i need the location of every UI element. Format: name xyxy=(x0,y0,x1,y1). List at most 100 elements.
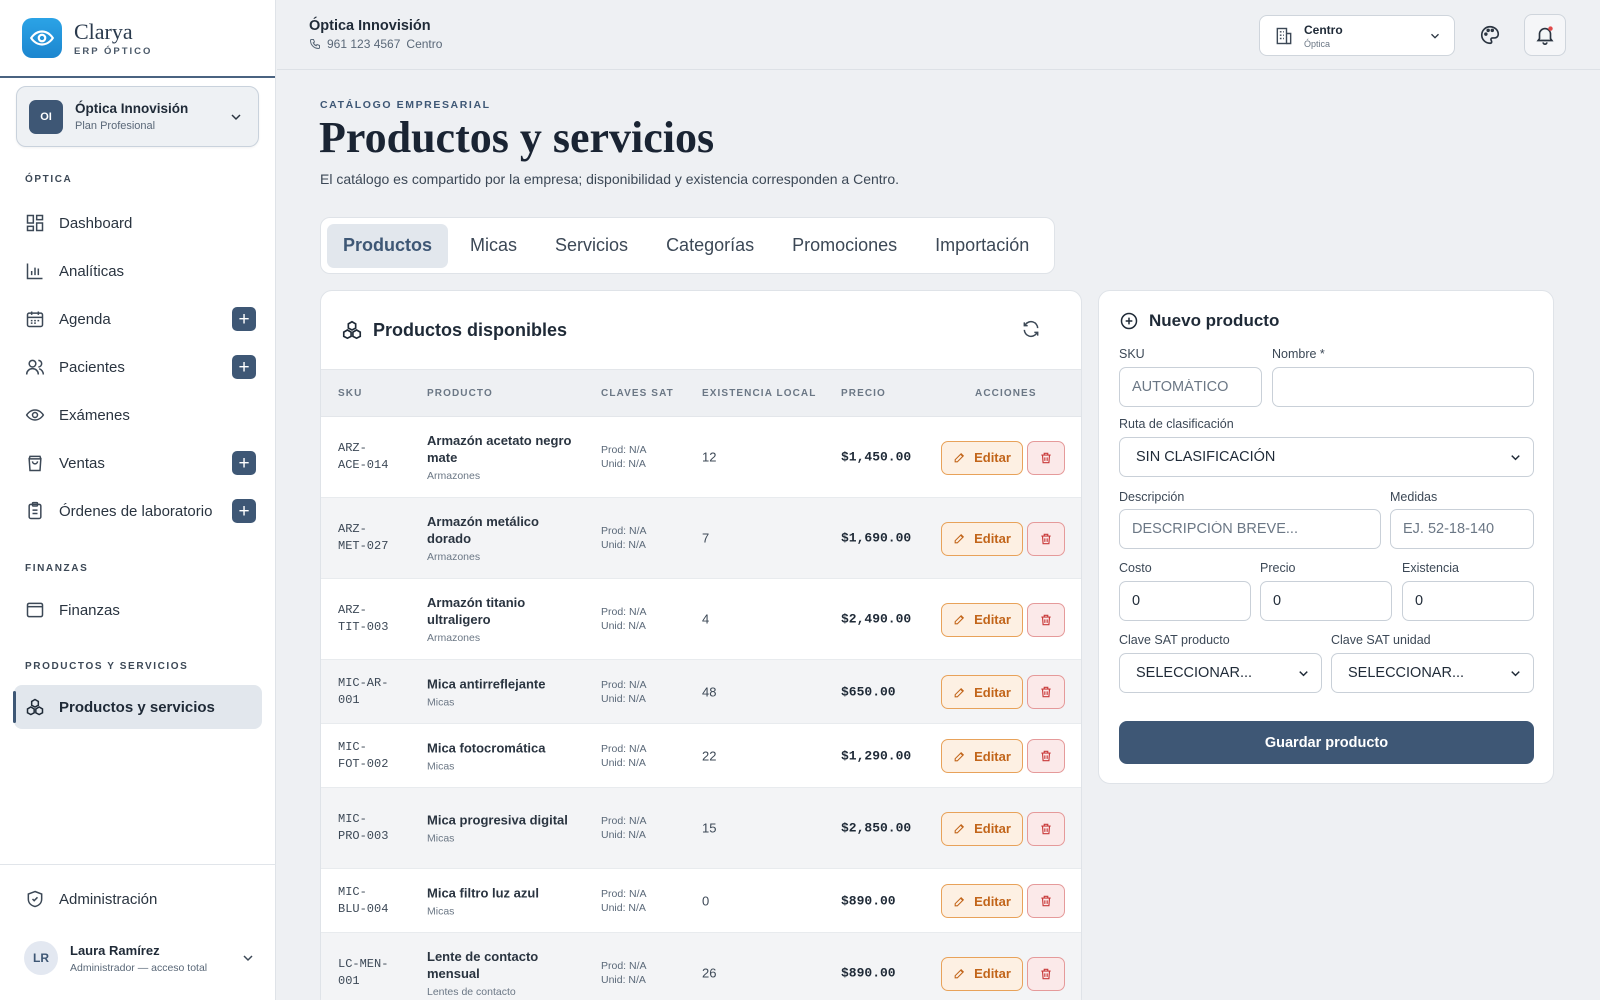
brand: Clarya ERP ÓPTICO xyxy=(0,0,275,78)
topbar: Óptica Innovisión 961 123 4567 Centro Ce… xyxy=(277,0,1600,70)
sat-product-select[interactable]: SELECCIONAR... xyxy=(1119,653,1322,693)
tab-promociones[interactable]: Promociones xyxy=(776,224,913,268)
trash-icon xyxy=(1041,686,1051,698)
add-lab-order-button[interactable]: + xyxy=(232,499,256,523)
page-description: El catálogo es compartido por la empresa… xyxy=(320,171,899,187)
pencil-icon xyxy=(954,968,965,979)
org-plan: Plan Profesional xyxy=(75,120,156,132)
row-price: $1,290.00 xyxy=(841,748,912,763)
column-header-claves-sat: CLAVES SAT xyxy=(601,387,674,399)
edit-button[interactable]: Editar xyxy=(941,884,1023,918)
name-field[interactable] xyxy=(1272,367,1534,407)
delete-button[interactable] xyxy=(1027,739,1065,773)
bar-chart-icon xyxy=(26,263,43,280)
sidebar-item-pacientes[interactable]: Pacientes + xyxy=(14,345,262,389)
measures-field[interactable] xyxy=(1390,509,1534,549)
table-body: ARZ- ACE-014 Armazón acetato negro mate Ar… xyxy=(321,417,1081,1000)
delete-button[interactable] xyxy=(1027,602,1065,637)
branch-type: Óptica xyxy=(1304,38,1331,49)
sidebar-item-label: Exámenes xyxy=(59,406,130,424)
edit-label: Editar xyxy=(974,893,1011,909)
column-header-existencia: EXISTENCIA LOCAL xyxy=(702,387,817,399)
sidebar-item-productos-servicios[interactable]: Productos y servicios xyxy=(13,685,262,729)
edit-label: Editar xyxy=(974,821,1011,836)
delete-button[interactable] xyxy=(1027,440,1065,475)
delete-button[interactable] xyxy=(1027,884,1065,918)
edit-label: Editar xyxy=(974,450,1011,465)
edit-button[interactable]: Editar xyxy=(941,675,1023,709)
edit-button[interactable]: Editar xyxy=(941,739,1023,773)
row-price: $2,850.00 xyxy=(841,820,912,836)
dashboard-icon xyxy=(26,214,44,232)
products-panel: Productos disponibles SKU PRODUCTO CLAVE… xyxy=(320,290,1082,1000)
add-patient-button[interactable]: + xyxy=(232,355,256,379)
stock-field[interactable] xyxy=(1402,581,1534,621)
sidebar-item-administracion[interactable]: Administración xyxy=(14,877,262,921)
tab-importacion[interactable]: Importación xyxy=(919,224,1045,268)
edit-label: Editar xyxy=(974,531,1011,546)
business-meta: 961 123 4567 Centro xyxy=(309,37,442,51)
bell-icon xyxy=(1536,26,1554,45)
sidebar-item-agenda[interactable]: Agenda + xyxy=(14,297,262,341)
tab-productos[interactable]: Productos xyxy=(327,223,449,268)
sat-product-value: SELECCIONAR... xyxy=(1136,665,1253,681)
sku-field[interactable] xyxy=(1119,367,1262,407)
sidebar-item-analiticas[interactable]: Analíticas xyxy=(14,249,262,293)
cost-label: Costo xyxy=(1119,561,1152,575)
edit-button[interactable]: Editar xyxy=(941,602,1023,637)
sidebar-item-label: Administración xyxy=(59,890,158,908)
row-product: Mica fotocromática Micas xyxy=(427,740,546,772)
row-sat-keys: Prod: N/A Unid: N/A xyxy=(601,606,647,632)
sidebar-item-ventas[interactable]: Ventas + xyxy=(14,441,262,485)
sat-unit-label: Clave SAT unidad xyxy=(1331,633,1431,647)
business-branch: Centro xyxy=(406,37,443,51)
tab-micas[interactable]: Micas xyxy=(454,224,533,268)
row-price: $1,690.00 xyxy=(841,530,912,546)
trash-icon xyxy=(1041,823,1051,834)
classification-route-select[interactable]: SIN CLASIFICACIÓN xyxy=(1119,437,1534,477)
nav-section-optica: ÓPTICA xyxy=(25,174,73,185)
delete-button[interactable] xyxy=(1027,811,1065,846)
edit-button[interactable]: Editar xyxy=(941,956,1023,991)
route-value: SIN CLASIFICACIÓN xyxy=(1136,449,1276,465)
table-row: ARZ- TIT-003 Armazón titanio ultraligero A… xyxy=(321,579,1081,660)
theme-button[interactable] xyxy=(1469,14,1511,56)
tab-categorias[interactable]: Categorías xyxy=(650,224,770,268)
eye-logo-icon xyxy=(22,18,62,58)
add-sale-button[interactable]: + xyxy=(232,451,256,475)
description-field[interactable] xyxy=(1119,509,1381,549)
sidebar-item-dashboard[interactable]: Dashboard xyxy=(14,201,262,245)
refresh-icon[interactable] xyxy=(1021,319,1041,339)
table-row: MIC- FOT-002 Mica fotocromática Micas Prod… xyxy=(321,724,1081,788)
save-product-button[interactable]: Guardar producto xyxy=(1119,721,1534,764)
add-appointment-button[interactable]: + xyxy=(232,307,256,331)
cost-field[interactable] xyxy=(1119,581,1251,621)
clipboard-icon xyxy=(28,501,42,520)
delete-button[interactable] xyxy=(1027,956,1065,991)
sidebar-item-examenes[interactable]: Exámenes xyxy=(14,393,262,437)
table-row: MIC- BLU-004 Mica filtro luz azul Micas Pr… xyxy=(321,869,1081,933)
price-field[interactable] xyxy=(1260,581,1392,621)
user-menu[interactable]: LR Laura Ramírez Administrador — acceso … xyxy=(24,938,256,978)
row-product: Armazón acetato negro mate Armazones xyxy=(427,433,572,482)
notifications-button[interactable] xyxy=(1524,14,1566,56)
sidebar-item-label: Órdenes de laboratorio xyxy=(59,502,213,520)
edit-label: Editar xyxy=(974,748,1011,764)
row-stock: 0 xyxy=(702,893,710,908)
column-header-acciones: ACCIONES xyxy=(975,387,1037,399)
sidebar-item-ordenes-laboratorio[interactable]: Órdenes de laboratorio + xyxy=(14,489,262,533)
calendar-icon xyxy=(26,311,44,328)
tab-servicios[interactable]: Servicios xyxy=(539,224,644,268)
organization-switcher[interactable]: OI Óptica Innovisión Plan Profesional xyxy=(16,86,259,147)
row-stock: 26 xyxy=(702,965,717,981)
description-label: Descripción xyxy=(1119,490,1185,504)
delete-button[interactable] xyxy=(1027,521,1065,556)
sidebar-item-finanzas[interactable]: Finanzas xyxy=(14,588,262,632)
edit-button[interactable]: Editar xyxy=(941,440,1023,475)
row-stock: 4 xyxy=(702,611,710,627)
sat-unit-select[interactable]: SELECCIONAR... xyxy=(1331,653,1534,693)
branch-selector[interactable]: Centro Óptica xyxy=(1259,15,1455,56)
edit-button[interactable]: Editar xyxy=(941,811,1023,846)
delete-button[interactable] xyxy=(1027,675,1065,709)
edit-button[interactable]: Editar xyxy=(941,521,1023,556)
